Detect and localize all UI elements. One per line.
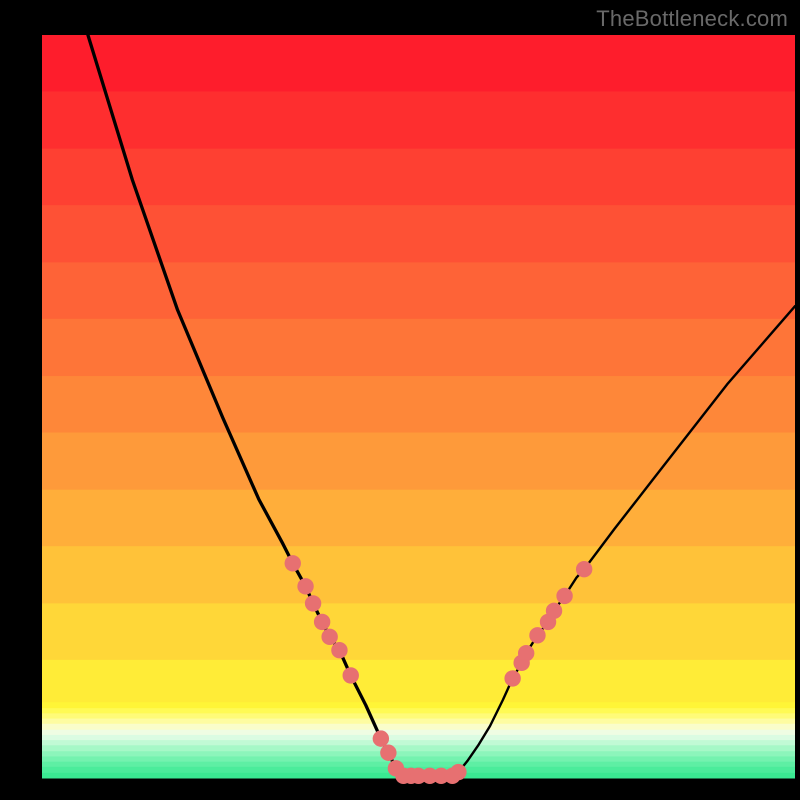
gradient-row <box>42 724 795 730</box>
gradient-row <box>42 751 795 757</box>
gradient-row <box>42 262 795 319</box>
data-point <box>321 629 337 645</box>
gradient-row <box>42 762 795 768</box>
data-point <box>343 667 359 683</box>
data-point <box>285 555 301 571</box>
gradient-row <box>42 35 795 92</box>
data-point <box>546 603 562 619</box>
watermark-text: TheBottleneck.com <box>596 6 788 32</box>
gradient-row <box>42 756 795 762</box>
data-point <box>314 614 330 630</box>
data-point <box>305 595 321 611</box>
gradient-row <box>42 149 795 206</box>
bottleneck-curve-chart <box>0 0 800 800</box>
data-point <box>297 578 313 594</box>
data-point <box>450 764 466 780</box>
gradient-row <box>42 319 795 377</box>
gradient-row <box>42 490 795 547</box>
gradient-row <box>42 660 795 703</box>
gradient-row <box>42 376 795 433</box>
data-point <box>556 588 572 604</box>
chart-background-gradient <box>42 35 795 779</box>
gradient-row <box>42 745 795 751</box>
gradient-row <box>42 713 795 719</box>
gradient-row <box>42 702 795 708</box>
gradient-row <box>42 735 795 741</box>
gradient-row <box>42 91 795 149</box>
data-point <box>380 745 396 761</box>
data-point <box>529 627 545 643</box>
gradient-row <box>42 603 795 660</box>
gradient-row <box>42 719 795 725</box>
gradient-row <box>42 730 795 736</box>
data-point <box>576 561 592 577</box>
data-point <box>331 642 347 658</box>
data-point <box>518 645 534 661</box>
gradient-row <box>42 708 795 714</box>
gradient-row <box>42 740 795 746</box>
gradient-row <box>42 205 795 263</box>
data-point <box>504 670 520 686</box>
gradient-row <box>42 546 795 604</box>
chart-frame: TheBottleneck.com <box>0 0 800 800</box>
data-point <box>373 730 389 746</box>
